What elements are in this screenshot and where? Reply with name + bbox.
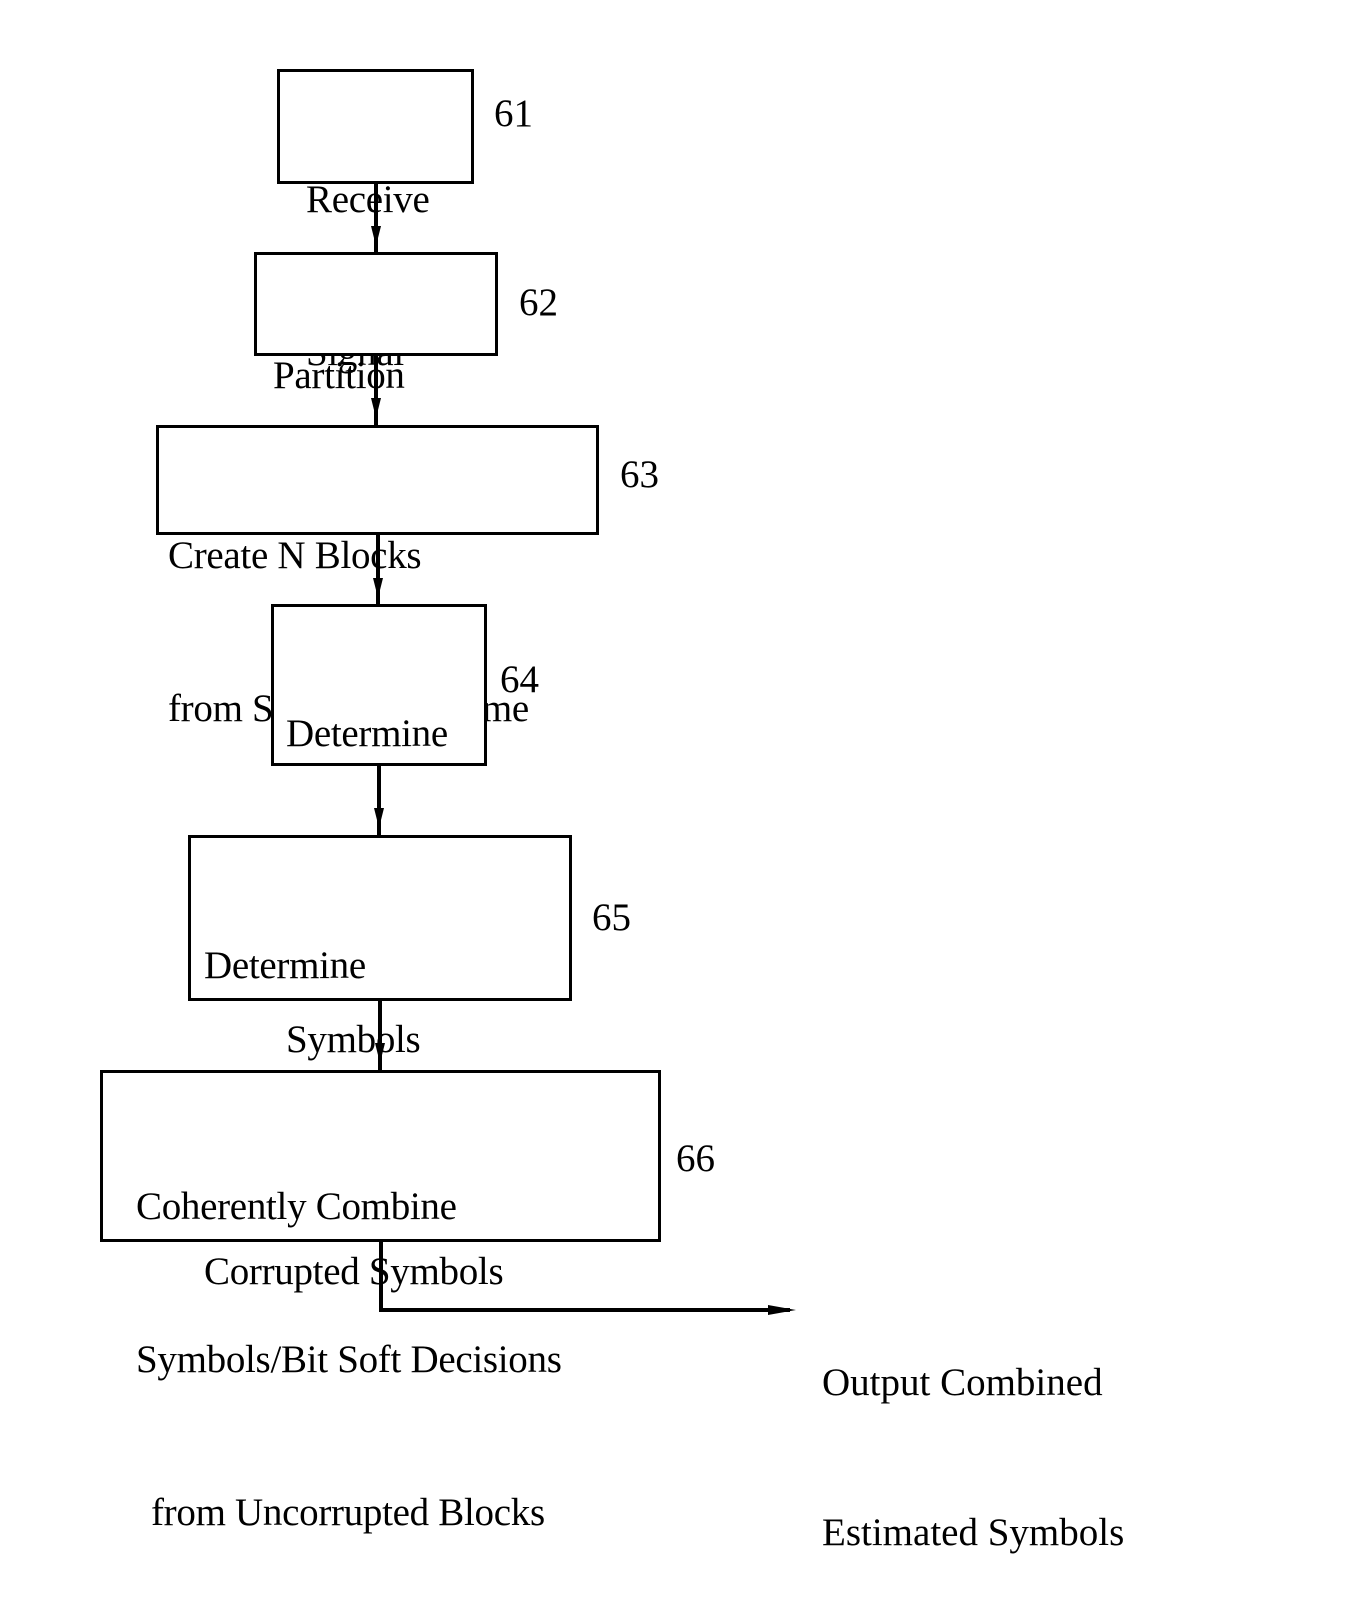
step-63-line-1: Create N Blocks — [168, 534, 422, 577]
step-65-ref: 65 — [592, 896, 631, 939]
step-62-line-1: Partition — [273, 354, 405, 397]
step-66-label: Coherently Combine Symbols/Bit Soft Deci… — [136, 1079, 562, 1589]
step-61-ref: 61 — [494, 92, 533, 135]
step-66-line-1: Coherently Combine — [136, 1185, 457, 1228]
step-62-ref: 62 — [519, 281, 558, 324]
step-64-ref: 64 — [500, 658, 539, 701]
step-64-line-1: Determine — [286, 712, 448, 755]
step-61-line-1: Receive — [306, 178, 430, 221]
step-63-ref: 63 — [620, 453, 659, 496]
output-line-1: Output Combined — [822, 1361, 1103, 1404]
step-66-ref: 66 — [676, 1137, 715, 1180]
step-65-line-1: Determine — [204, 944, 366, 987]
output-line-2: Estimated Symbols — [822, 1511, 1125, 1554]
step-66-line-2: Symbols/Bit Soft Decisions — [136, 1338, 562, 1381]
arrowhead-output — [768, 1305, 796, 1315]
step-66-line-3: from Uncorrupted Blocks — [151, 1491, 545, 1534]
output-label: Output Combined Estimated Symbols — [822, 1258, 1124, 1608]
